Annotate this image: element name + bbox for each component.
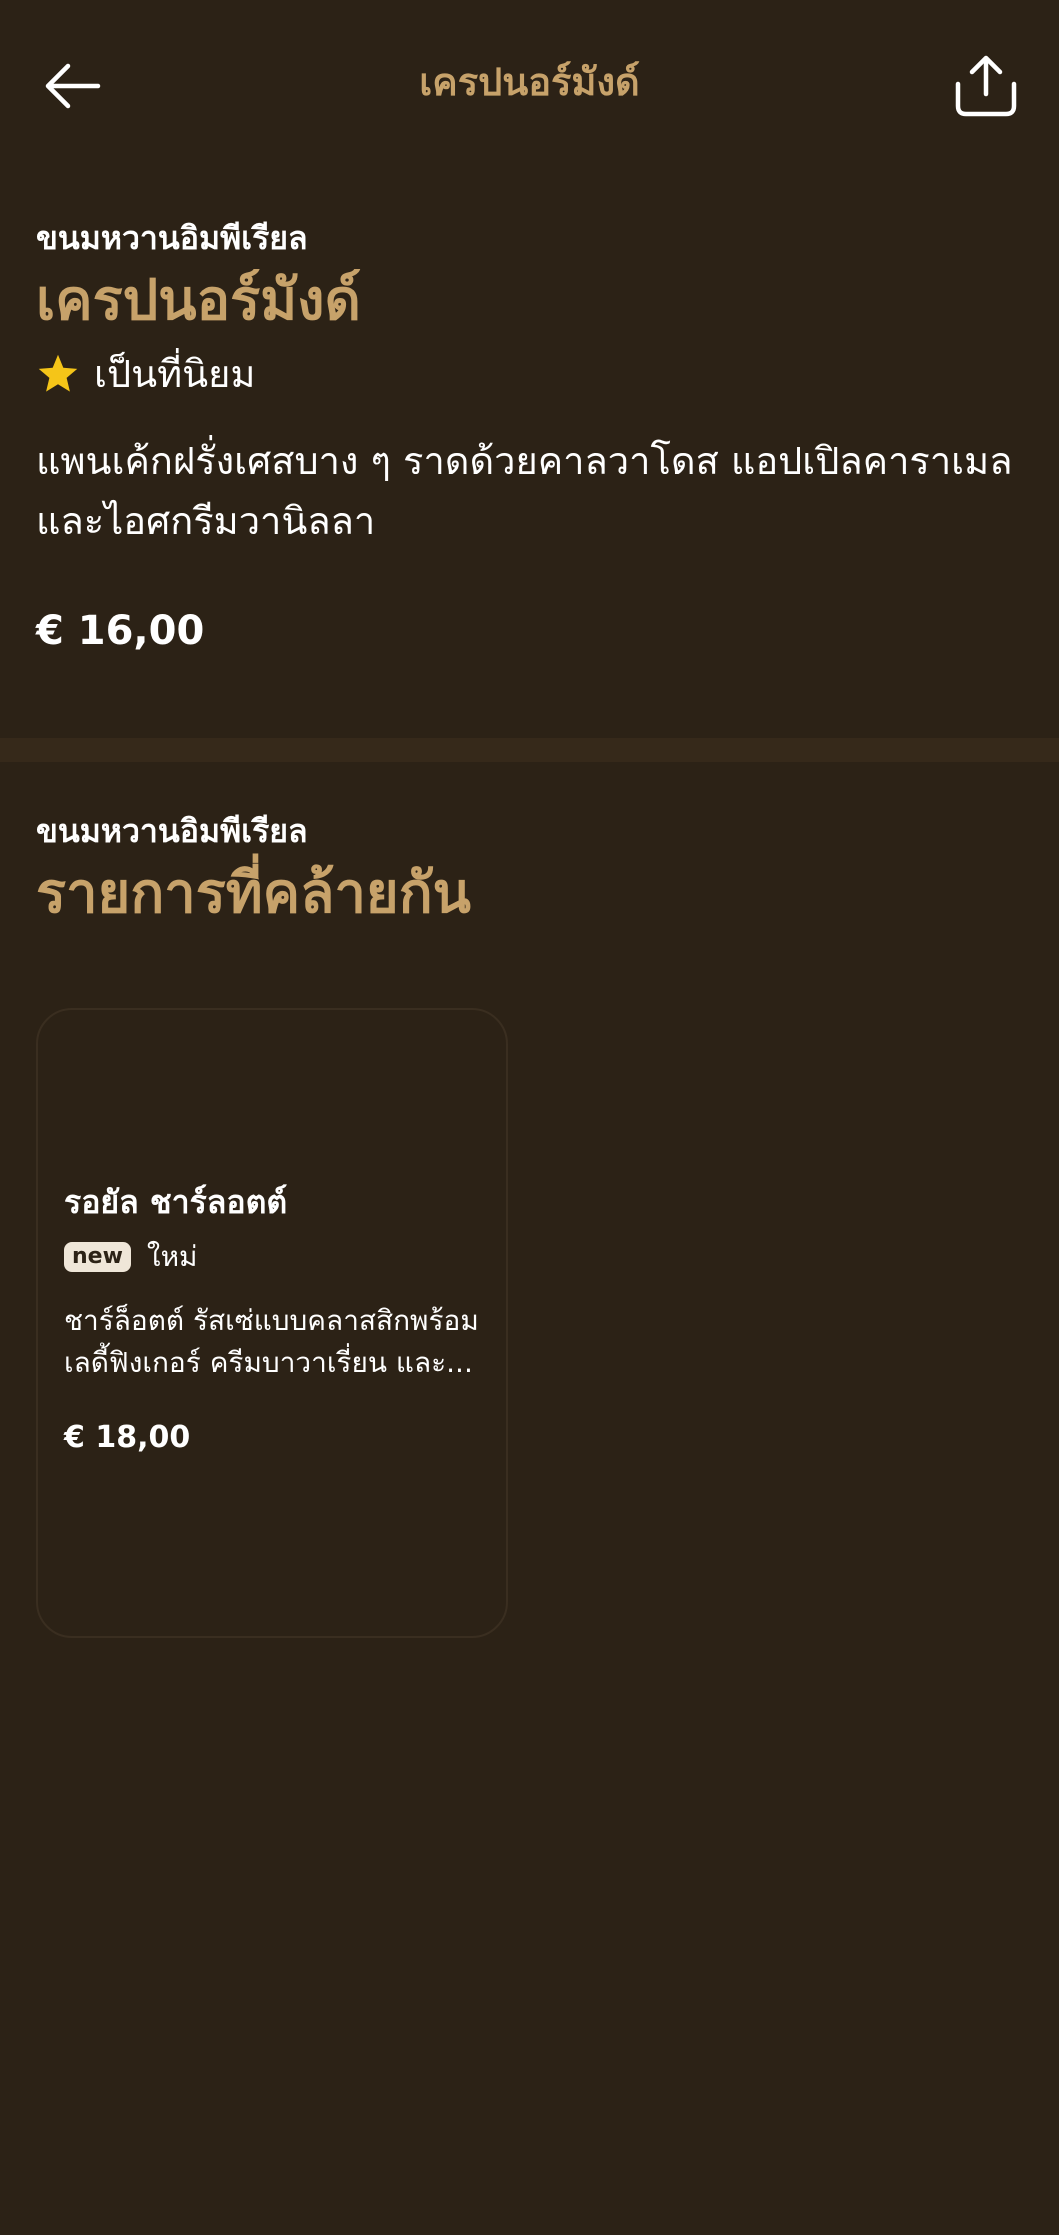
item-description: แพนเค้กฝรั่งเศสบาง ๆ ราดด้วยคาลวาโดส แอป…: [36, 439, 1013, 543]
top-bar: เครปนอร์มังด์: [0, 0, 1059, 170]
similar-section: ขนมหวานอิมพีเรียล รายการที่คล้ายกัน: [36, 808, 1026, 934]
share-icon: [955, 55, 1017, 117]
item-category: ขนมหวานอิมพีเรียล: [36, 219, 308, 257]
similar-title: รายการที่คล้ายกัน: [36, 861, 471, 926]
card-item-description: ชาร์ล็อตต์ รัสเซ่แบบคลาสสิกพร้อมเลดี้ฟิง…: [64, 1304, 479, 1379]
new-badge: new: [64, 1242, 131, 1272]
item-detail-page: เครปนอร์มังด์ ขนมหวานอิมพีเรียล เครปนอร์…: [0, 0, 1059, 2235]
new-label: ใหม่: [146, 1240, 198, 1273]
back-button[interactable]: [36, 50, 108, 122]
share-button[interactable]: [950, 46, 1022, 126]
header-title: เครปนอร์มังด์: [419, 60, 640, 104]
arrow-left-icon: [45, 63, 101, 109]
popular-label: เป็นที่นิยม: [94, 352, 256, 396]
card-item-name: รอยัล ชาร์ลอตต์: [64, 1183, 288, 1221]
similar-item-card[interactable]: รอยัล ชาร์ลอตต์ new ใหม่ ชาร์ล็อตต์ รัสเ…: [36, 1008, 508, 1638]
card-item-price: € 18,00: [64, 1420, 191, 1455]
item-price: € 16,00: [36, 608, 205, 654]
item-title: เครปนอร์มังด์: [36, 268, 361, 333]
star-icon: [38, 354, 78, 392]
card-content: รอยัล ชาร์ลอตต์ new ใหม่ ชาร์ล็อตต์ รัสเ…: [64, 1178, 494, 1460]
section-divider: [0, 738, 1059, 762]
new-tag: new ใหม่: [64, 1236, 494, 1278]
popular-tag: เป็นที่นิยม: [36, 343, 1026, 405]
item-detail: ขนมหวานอิมพีเรียล เครปนอร์มังด์ เป็นที่น…: [36, 215, 1026, 661]
similar-category: ขนมหวานอิมพีเรียล: [36, 812, 308, 850]
